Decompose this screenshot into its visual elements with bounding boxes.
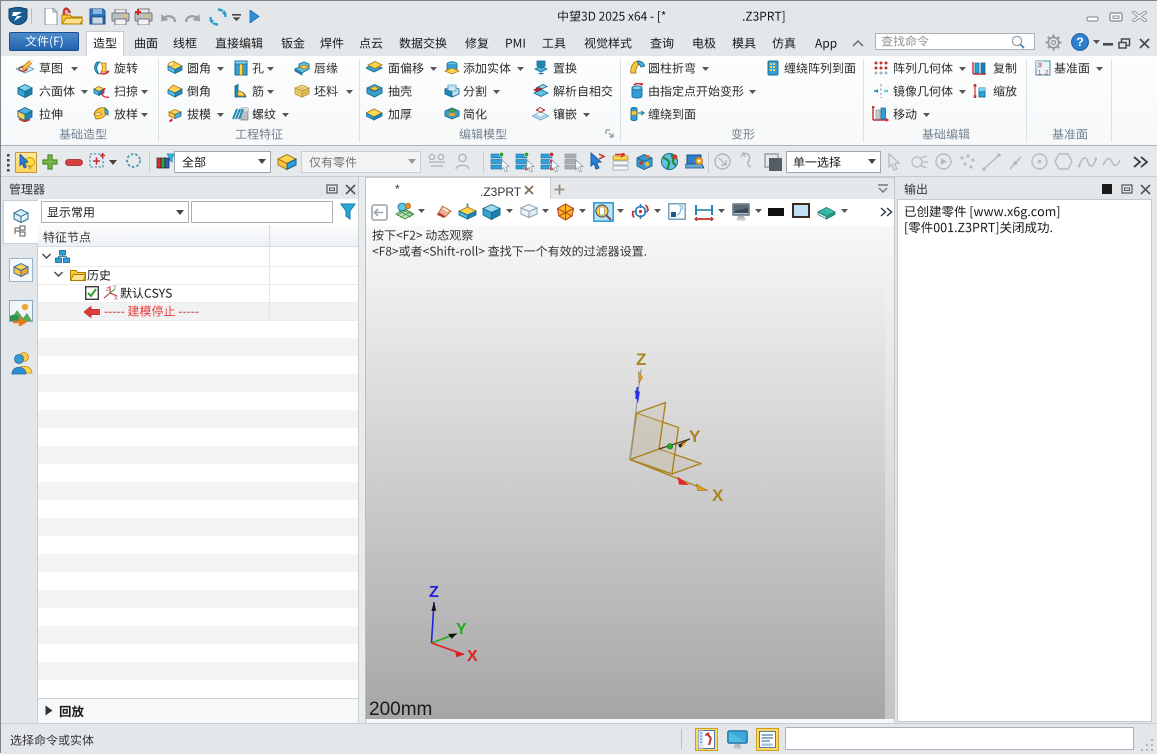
svg-text:Y: Y bbox=[113, 285, 117, 291]
svg-text:?: ? bbox=[1076, 35, 1083, 49]
svg-text:X: X bbox=[114, 296, 118, 301]
svg-text:Z: Z bbox=[106, 287, 110, 293]
